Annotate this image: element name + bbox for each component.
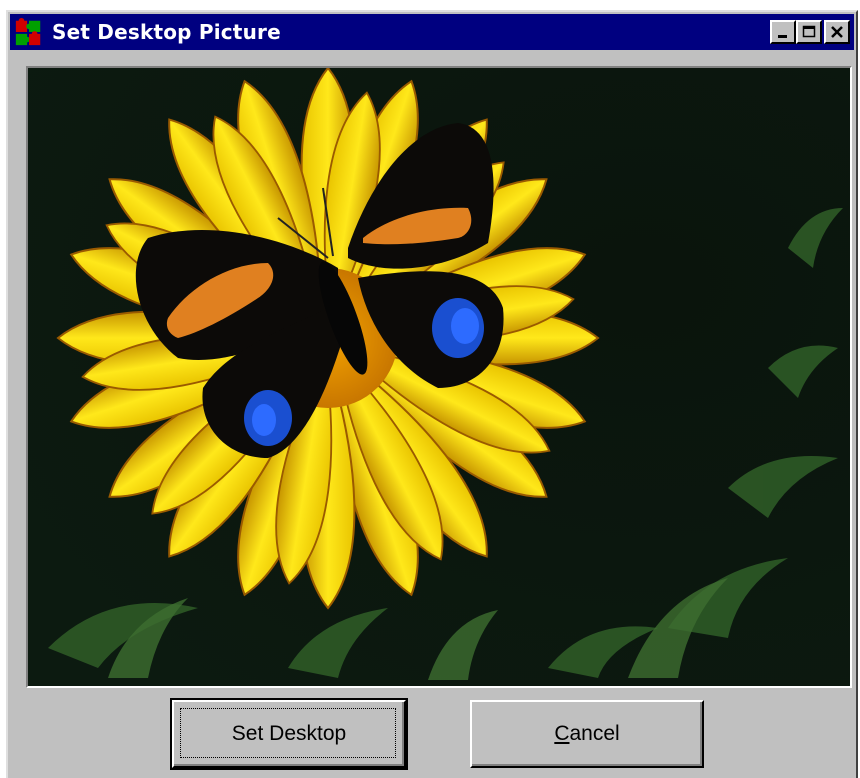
maximize-button[interactable] [796, 20, 822, 44]
cancel-label: Cancel [554, 722, 619, 746]
close-icon [831, 26, 843, 38]
window-title: Set Desktop Picture [52, 20, 281, 44]
focus-rectangle [180, 708, 396, 758]
cancel-label-rest: ancel [569, 722, 620, 745]
set-desktop-picture-dialog: Set Desktop Picture Set Desktop Cancel [6, 10, 858, 778]
minimize-icon [778, 35, 787, 38]
title-bar[interactable]: Set Desktop Picture [10, 14, 854, 50]
puzzle-piece-icon [15, 17, 41, 46]
maximize-icon [802, 25, 816, 38]
cancel-mnemonic: C [554, 722, 570, 745]
set-desktop-button[interactable]: Set Desktop [170, 698, 408, 770]
minimize-button[interactable] [770, 20, 796, 44]
window-controls [770, 20, 850, 44]
butterfly-on-yellow-flower-image [28, 68, 850, 686]
cancel-button[interactable]: Cancel [470, 700, 704, 768]
close-button[interactable] [824, 20, 850, 44]
picture-preview [26, 66, 852, 688]
